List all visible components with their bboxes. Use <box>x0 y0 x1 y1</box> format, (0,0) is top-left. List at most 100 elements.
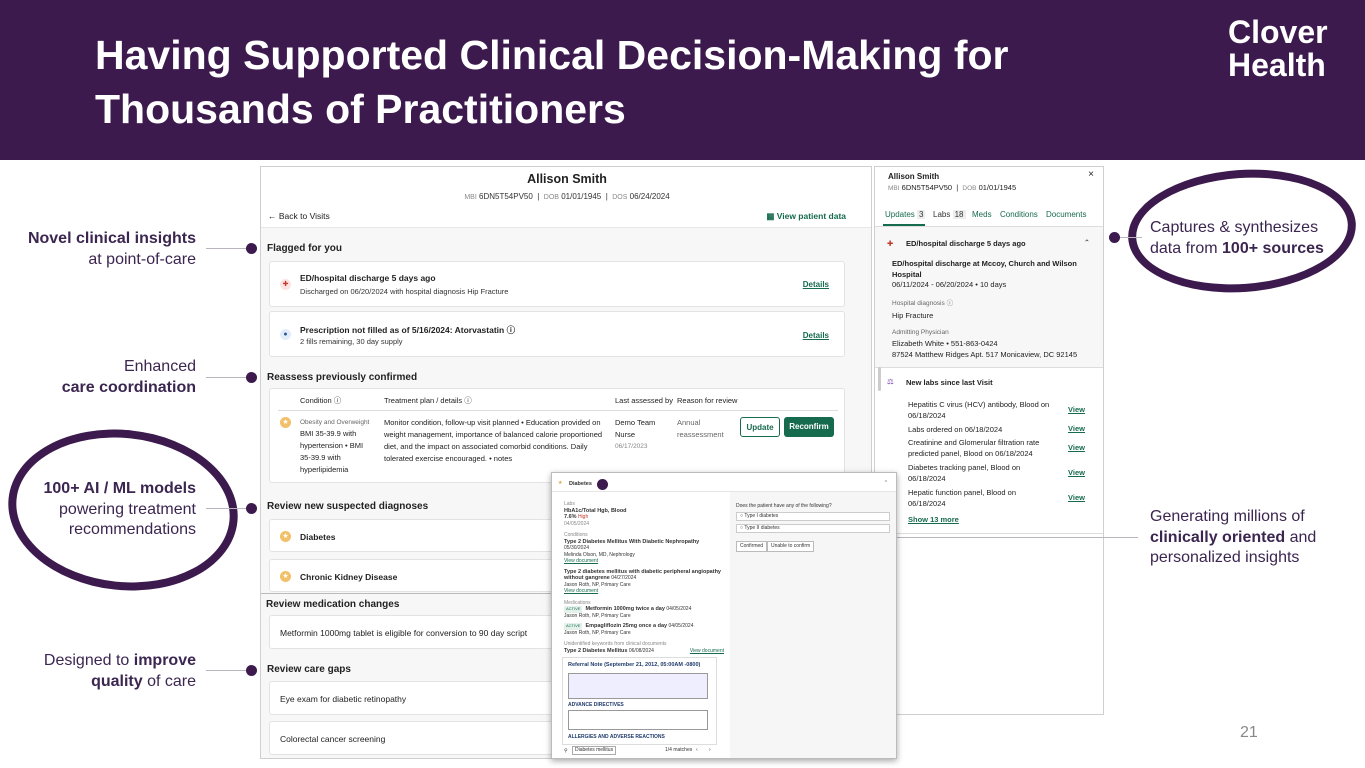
details-link[interactable]: Details <box>803 331 829 340</box>
reconfirm-button[interactable]: Reconfirm <box>784 417 834 437</box>
document-search-input[interactable]: Diabetes mellitus <box>572 746 617 755</box>
view-document-link[interactable]: View document <box>564 558 724 565</box>
confirmed-button[interactable]: Confirmed <box>736 541 768 552</box>
callout-dot <box>246 665 257 676</box>
col-reason: Reason for review <box>677 396 738 405</box>
chevron-up-icon[interactable]: ⌃ <box>884 480 888 487</box>
col-condition: Condition ⓘ <box>300 396 342 405</box>
ed-dates: 06/11/2024 - 06/20/2024 • 10 days <box>892 280 1007 289</box>
view-link[interactable]: View <box>1068 405 1085 414</box>
tab-updates[interactable]: Updates 3 <box>885 210 926 219</box>
phys-address: 87524 Matthew Ridges Apt. 517 Monicaview… <box>892 350 1078 359</box>
phys-label: Admitting Physician <box>892 329 949 336</box>
tab-labs[interactable]: Labs 18 <box>933 210 966 219</box>
logo-line-2: Health <box>1228 47 1326 83</box>
reassess-heading: Reassess previously confirmed <box>267 372 418 383</box>
update-button[interactable]: Update <box>740 417 780 437</box>
tab-documents[interactable]: Documents <box>1046 210 1086 219</box>
confirm-question: Does the patient have any of the followi… <box>736 503 832 509</box>
note-title: Referral Note (September 21, 2012, 05:00… <box>568 662 701 668</box>
assessed-by: Demo Team Nurse 06/17/2023 <box>615 418 656 450</box>
flagged-heading: Flagged for you <box>267 243 342 254</box>
connector-line <box>1118 237 1142 238</box>
col-treatment: Treatment plan / details ⓘ <box>384 396 472 405</box>
view-document-link[interactable]: View document <box>690 648 724 655</box>
back-to-visits-link[interactable]: ← Back to Visits <box>268 211 330 221</box>
hospital-icon: ✚ <box>280 279 291 290</box>
callout-dot <box>246 503 257 514</box>
flask-icon: ⚖ <box>887 377 894 386</box>
ed-heading: ED/hospital discharge 5 days ago <box>906 239 1026 248</box>
dx-label: Hospital diagnosis ⓘ <box>892 300 954 307</box>
tab-meds[interactable]: Meds <box>972 210 992 219</box>
view-link[interactable]: View <box>1068 468 1085 477</box>
search-icon: ⚲ <box>564 748 568 754</box>
details-link[interactable]: Details <box>803 280 829 289</box>
flag-title: ED/hospital discharge 5 days ago <box>300 273 436 283</box>
lab-item: Labs ordered on 06/18/2024 <box>908 425 1003 434</box>
diagnosis-label: Chronic Kidney Disease <box>300 572 398 582</box>
allergies-heading: ALLERGIES AND ADVERSE REACTIONS <box>568 734 665 740</box>
dx-value: Hip Fracture <box>892 311 934 320</box>
document-preview[interactable]: Referral Note (September 21, 2012, 05:00… <box>562 657 717 745</box>
patient-name: Allison Smith <box>527 172 607 186</box>
flag-card-prescription[interactable]: ● Prescription not filled as of 5/16/202… <box>269 311 845 357</box>
show-more-link[interactable]: Show 13 more <box>908 514 959 525</box>
lab-item: Creatinine and Glomerular filtration rat… <box>908 438 1040 458</box>
connector-line <box>206 670 248 671</box>
gaps-heading: Review care gaps <box>267 664 351 675</box>
star-icon: ★ <box>280 571 291 582</box>
connector-line <box>206 377 248 378</box>
view-patient-data-link[interactable]: ▦ View patient data <box>766 211 846 222</box>
next-match-icon[interactable]: › <box>709 747 711 754</box>
view-document-link[interactable]: View document <box>564 588 724 595</box>
callout-novel-insights: Novel clinical insights at point-of-care <box>27 230 196 268</box>
info-icon: ⓘ <box>506 325 516 335</box>
unable-to-confirm-button[interactable]: Unable to confirm <box>767 541 815 552</box>
popup-evidence: Labs HbA1c/Total Hgb, Blood 7.6% High 04… <box>564 501 724 654</box>
star-icon: ★ <box>558 480 563 486</box>
note-table <box>568 673 708 699</box>
page-number: 21 <box>1240 724 1258 741</box>
meds-heading: Review medication changes <box>266 599 400 610</box>
scrollbar[interactable] <box>878 367 881 391</box>
view-link[interactable]: View <box>1068 424 1085 433</box>
treatment-text: Monitor condition, follow-up visit plann… <box>384 418 603 463</box>
option-type1[interactable]: ○ Type I diabetes <box>736 512 890 521</box>
view-link[interactable]: View <box>1068 443 1085 452</box>
lab-item: Hepatic function panel, Blood on 06/18/20… <box>908 488 1016 508</box>
callout-ai-models: 100+ AI / ML models powering treatment rec… <box>43 480 197 538</box>
callout-sources: Captures & synthesizes data from 100+ sou… <box>1150 219 1324 257</box>
ed-place: ED/hospital discharge at Mccoy, Church a… <box>892 259 1077 279</box>
callout-insights: Generating millions of clinically oriente… <box>1150 508 1317 566</box>
flag-subtitle: 2 fills remaining, 30 day supply <box>300 337 403 346</box>
phys-value: Elizabeth White • 551-863-0424 <box>892 339 998 348</box>
prev-match-icon[interactable]: ‹ <box>696 747 698 754</box>
care-gap-label: Colorectal cancer screening <box>280 734 386 744</box>
directives-table <box>568 710 708 730</box>
callout-dot <box>597 479 608 490</box>
view-link[interactable]: View <box>1068 493 1085 502</box>
chevron-up-icon[interactable]: ⌃ <box>1084 237 1090 248</box>
match-count: 1/4 matches <box>665 747 693 753</box>
callout-care-coordination: Enhanced care coordination <box>61 358 196 396</box>
option-type2[interactable]: ○ Type II diabetes <box>736 524 890 533</box>
connector-line <box>206 248 248 249</box>
close-icon[interactable]: × <box>1088 169 1094 180</box>
diagnosis-label: Diabetes <box>300 532 336 542</box>
callout-dot <box>246 243 257 254</box>
callout-dot <box>1109 232 1120 243</box>
slide-title: Having Supported Clinical Decision-Makin… <box>95 32 1009 132</box>
review-reason: Annual reassessment <box>677 418 724 439</box>
document-icon: ▦ <box>766 211 775 221</box>
med-item-label: Metformin 1000mg tablet is eligible for … <box>280 628 528 638</box>
connector-line <box>206 508 248 509</box>
slide-header: Having Supported Clinical Decision-Makin… <box>0 0 1365 160</box>
flag-card-discharge[interactable]: ✚ ED/hospital discharge 5 days ago Disch… <box>269 261 845 307</box>
col-last-assessed: Last assessed by <box>615 396 673 405</box>
suspected-heading: Review new suspected diagnoses <box>267 501 429 512</box>
side-patient-meta: MBI 6DN5T54PV50 | DOB 01/01/1945 <box>888 183 1017 192</box>
condition-text: BMI 35-39.9 with hypertension • BMI 35-39.… <box>300 429 364 474</box>
tab-conditions[interactable]: Conditions <box>1000 210 1038 219</box>
clover-health-logo: Clover Health <box>1228 16 1328 82</box>
